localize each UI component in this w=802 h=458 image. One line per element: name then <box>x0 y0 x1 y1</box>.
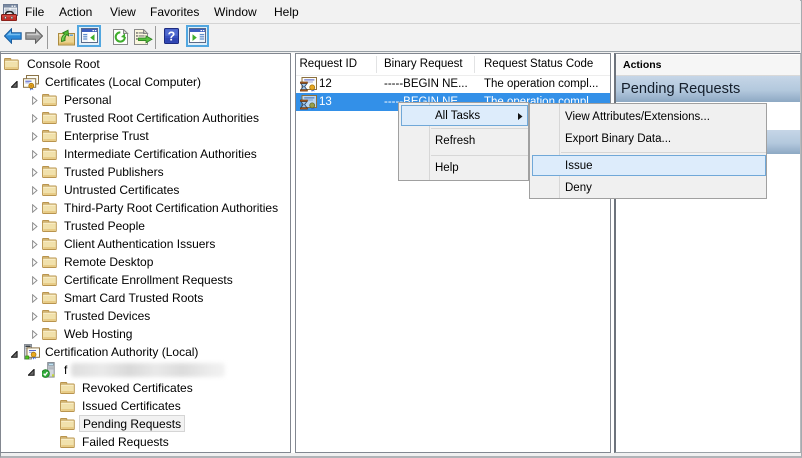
svg-text:?: ? <box>168 29 176 43</box>
